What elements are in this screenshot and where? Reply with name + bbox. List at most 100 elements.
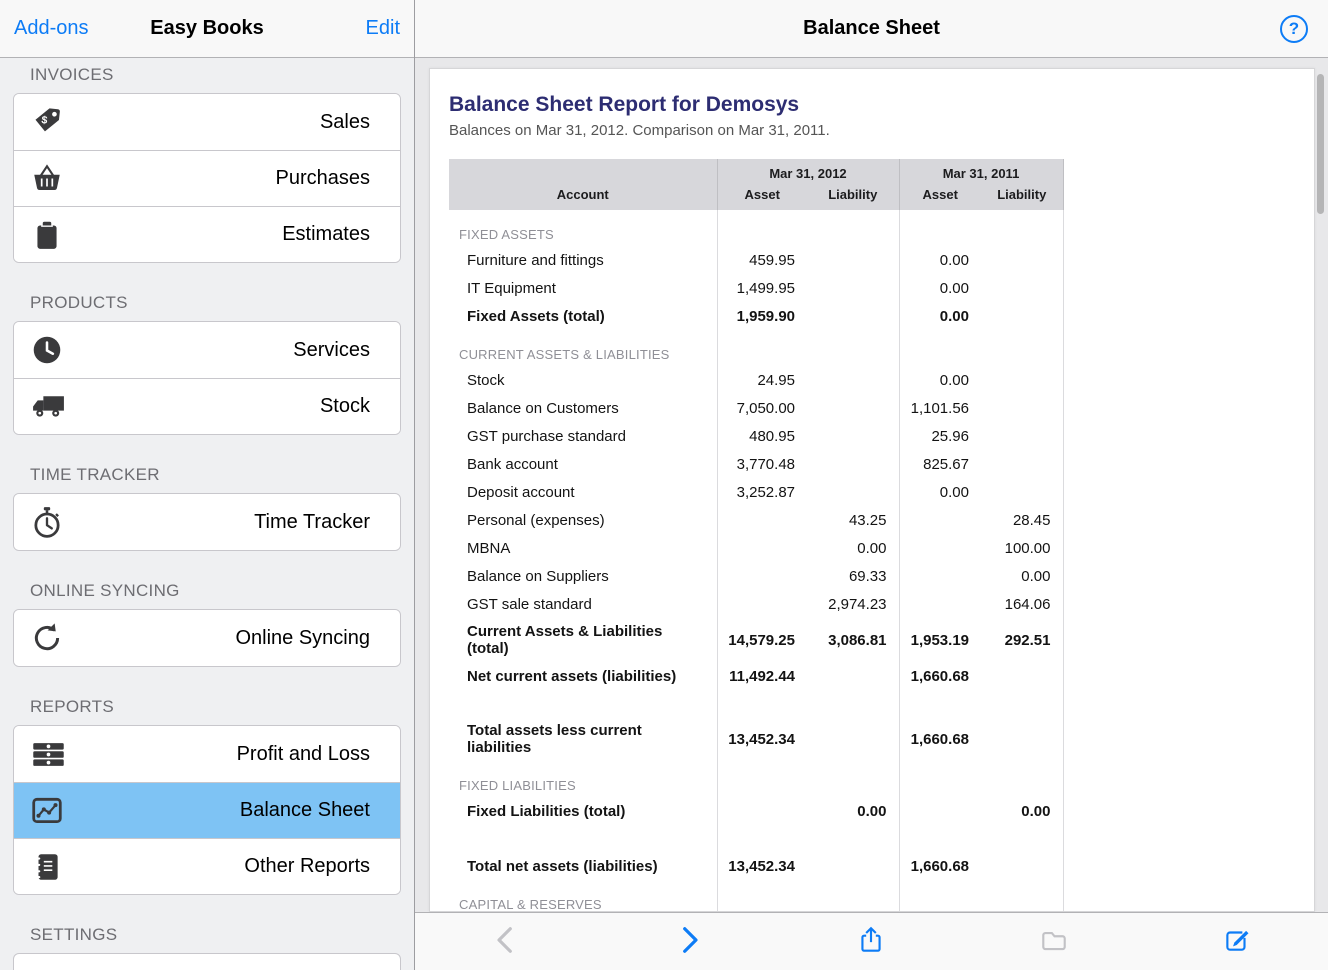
help-icon[interactable]: ? bbox=[1280, 15, 1308, 43]
amount-cell: 0.00 bbox=[899, 274, 981, 302]
sidebar-group-reports: Profit and Loss Balance Sheet Other Report… bbox=[13, 725, 401, 895]
sidebar-section-title-invoices: INVOICES bbox=[30, 65, 384, 85]
account-name: Fixed Assets (total) bbox=[449, 302, 717, 330]
amount-cell bbox=[717, 761, 807, 797]
sidebar-section-title-time-tracker: TIME TRACKER bbox=[30, 465, 384, 485]
amount-cell bbox=[807, 302, 899, 330]
sidebar-item-services[interactable]: Services bbox=[14, 322, 400, 378]
header-group-2012: Mar 31, 2012 bbox=[717, 159, 899, 184]
table-row: Fixed Liabilities (total)0.000.00 bbox=[449, 797, 1063, 825]
amount-cell bbox=[717, 797, 807, 825]
sidebar-item-label: Services bbox=[82, 339, 384, 362]
table-section-row: FIXED ASSETS bbox=[449, 210, 1063, 246]
share-button[interactable] bbox=[846, 919, 896, 964]
amount-cell: 164.06 bbox=[981, 590, 1063, 618]
amount-cell: 292.51 bbox=[981, 618, 1063, 662]
amount-cell bbox=[899, 562, 981, 590]
amount-cell: 1,660.68 bbox=[899, 662, 981, 690]
account-name: Personal (expenses) bbox=[449, 506, 717, 534]
amount-cell: 0.00 bbox=[899, 478, 981, 506]
amount-cell: 825.67 bbox=[899, 450, 981, 478]
sidebar-item-time-tracker[interactable]: Time Tracker bbox=[14, 494, 400, 550]
sidebar-item-balance-sheet[interactable]: Balance Sheet bbox=[14, 782, 400, 838]
sidebar-item-label: Balance Sheet bbox=[82, 799, 384, 822]
sidebar-item-label: Time Tracker bbox=[82, 511, 384, 534]
amount-cell bbox=[717, 590, 807, 618]
amount-cell: 0.00 bbox=[899, 366, 981, 394]
amount-cell bbox=[807, 330, 899, 366]
amount-cell bbox=[807, 366, 899, 394]
sidebar-item-other-reports[interactable]: Other Reports bbox=[14, 838, 400, 894]
account-name bbox=[449, 690, 717, 717]
account-name: MBNA bbox=[449, 534, 717, 562]
account-name: Total assets less current liabilities bbox=[449, 717, 717, 761]
amount-cell bbox=[717, 506, 807, 534]
amount-cell: 43.25 bbox=[807, 506, 899, 534]
sidebar-item-label: Online Syncing bbox=[82, 627, 384, 650]
sidebar-group-products: Services Stock bbox=[13, 321, 401, 435]
sidebar-item-profit-and-loss[interactable]: Profit and Loss bbox=[14, 726, 400, 782]
amount-cell: 0.00 bbox=[807, 534, 899, 562]
amount-cell bbox=[981, 478, 1063, 506]
header-group-2011: Mar 31, 2011 bbox=[899, 159, 1063, 184]
sidebar-item-sales[interactable]: $Sales bbox=[14, 94, 400, 150]
amount-cell: 0.00 bbox=[899, 246, 981, 274]
header-liability-2011: Liability bbox=[981, 184, 1063, 210]
amount-cell bbox=[807, 880, 899, 912]
sidebar-group-time-tracker: Time Tracker bbox=[13, 493, 401, 551]
section-label: CAPITAL & RESERVES bbox=[449, 880, 717, 912]
amount-cell: 1,499.95 bbox=[717, 274, 807, 302]
amount-cell bbox=[981, 302, 1063, 330]
sidebar-item-online-syncing[interactable]: Online Syncing bbox=[14, 610, 400, 666]
table-row: Personal (expenses)43.2528.45 bbox=[449, 506, 1063, 534]
forward-button[interactable] bbox=[664, 919, 714, 964]
amount-cell bbox=[807, 662, 899, 690]
balance-sheet-table: Mar 31, 2012 Mar 31, 2011 Account Asset … bbox=[449, 159, 1064, 912]
amount-cell bbox=[981, 880, 1063, 912]
edit-button[interactable]: Edit bbox=[366, 13, 400, 44]
sidebar-item-estimates[interactable]: Estimates bbox=[14, 206, 400, 262]
table-row: Stock24.950.00 bbox=[449, 366, 1063, 394]
amount-cell: 1,101.56 bbox=[899, 394, 981, 422]
amount-cell bbox=[807, 450, 899, 478]
sidebar-item-purchases[interactable]: Purchases bbox=[14, 150, 400, 206]
amount-cell bbox=[807, 394, 899, 422]
amount-cell bbox=[807, 246, 899, 274]
amount-cell bbox=[981, 690, 1063, 717]
sidebar-item-label: Estimates bbox=[82, 223, 384, 246]
amount-cell bbox=[807, 690, 899, 717]
amount-cell bbox=[717, 330, 807, 366]
amount-cell bbox=[717, 534, 807, 562]
table-section-row: CURRENT ASSETS & LIABILITIES bbox=[449, 330, 1063, 366]
amount-cell: 24.95 bbox=[717, 366, 807, 394]
table-row: IT Equipment1,499.950.00 bbox=[449, 274, 1063, 302]
amount-cell bbox=[807, 852, 899, 880]
sidebar-item-label: Sales bbox=[82, 111, 384, 134]
amount-cell: 0.00 bbox=[899, 302, 981, 330]
amount-cell: 0.00 bbox=[981, 562, 1063, 590]
folder-button[interactable] bbox=[1029, 919, 1079, 964]
amount-cell: 2,974.23 bbox=[807, 590, 899, 618]
table-row: Fixed Assets (total)1,959.900.00 bbox=[449, 302, 1063, 330]
amount-cell bbox=[899, 690, 981, 717]
amount-cell bbox=[981, 761, 1063, 797]
amount-cell: 7,050.00 bbox=[717, 394, 807, 422]
amount-cell: 480.95 bbox=[717, 422, 807, 450]
add-ons-button[interactable]: Add-ons bbox=[14, 13, 89, 44]
amount-cell: 1,660.68 bbox=[899, 852, 981, 880]
amount-cell bbox=[899, 506, 981, 534]
compose-button[interactable] bbox=[1212, 919, 1262, 964]
back-button[interactable] bbox=[481, 919, 531, 964]
report-subtitle: Balances on Mar 31, 2012. Comparison on … bbox=[449, 122, 1314, 139]
sidebar-item-stock[interactable]: Stock bbox=[14, 378, 400, 434]
table-section-row: CAPITAL & RESERVES bbox=[449, 880, 1063, 912]
table-row: Total net assets (liabilities)13,452.341… bbox=[449, 852, 1063, 880]
scrollbar-thumb[interactable] bbox=[1317, 74, 1324, 214]
account-name: GST sale standard bbox=[449, 590, 717, 618]
amount-cell: 25.96 bbox=[899, 422, 981, 450]
folder-icon bbox=[1039, 925, 1069, 955]
amount-cell bbox=[981, 450, 1063, 478]
amount-cell: 3,252.87 bbox=[717, 478, 807, 506]
table-row: Balance on Customers7,050.001,101.56 bbox=[449, 394, 1063, 422]
account-name: GST purchase standard bbox=[449, 422, 717, 450]
